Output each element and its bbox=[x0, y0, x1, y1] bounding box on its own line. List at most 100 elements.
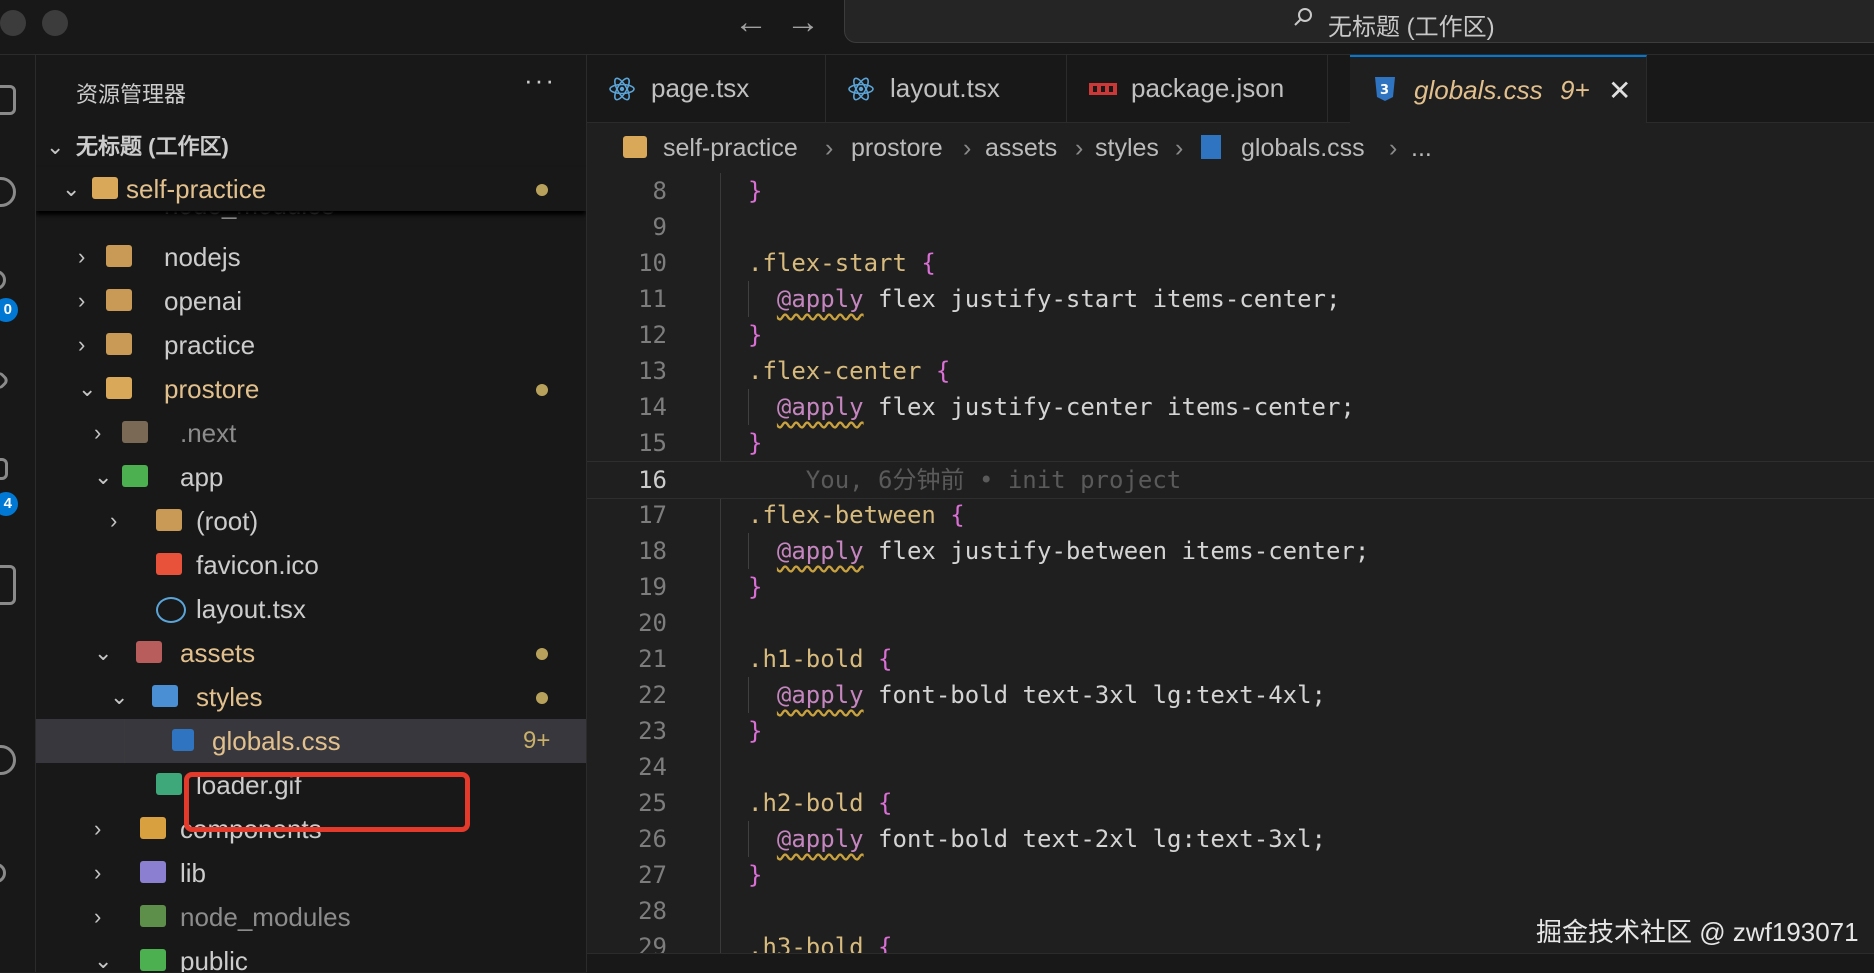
code-text: } bbox=[748, 569, 762, 605]
tab-layout-tsx[interactable]: layout.tsx bbox=[826, 55, 1067, 122]
breadcrumb-item[interactable]: assets bbox=[985, 123, 1057, 173]
chevron-down-icon: ⌄ bbox=[94, 640, 113, 665]
code-line[interactable]: 13 .flex-center { bbox=[587, 353, 1874, 389]
code-line[interactable]: 27} bbox=[587, 857, 1874, 893]
node-folder-icon bbox=[140, 905, 166, 927]
close-icon[interactable]: ✕ bbox=[1608, 57, 1631, 124]
code-text: @apply flex justify-start items-center; bbox=[748, 281, 1340, 317]
breadcrumb-item[interactable]: ... bbox=[1411, 123, 1432, 173]
command-center[interactable]: 无标题 (工作区) bbox=[844, 0, 1874, 43]
tree-item-self-practice[interactable]: ⌄ self-practice bbox=[36, 167, 586, 211]
nextjs-folder-icon bbox=[122, 421, 148, 443]
breadcrumb-item[interactable]: globals.css bbox=[1241, 123, 1365, 173]
code-text: @apply flex justify-center items-center; bbox=[748, 389, 1355, 425]
tree-item-prostore[interactable]: ⌄ prostore bbox=[36, 367, 586, 411]
code-token: { bbox=[878, 933, 893, 953]
tab-globals-css[interactable]: 3 globals.css 9+ ✕ bbox=[1350, 55, 1647, 124]
tab-page-tsx[interactable]: page.tsx bbox=[587, 55, 826, 122]
code-line[interactable]: 26 @apply font-bold text-2xl lg:text-3xl… bbox=[587, 821, 1874, 857]
tree-item-openai[interactable]: › openai bbox=[36, 279, 586, 323]
tab-label: package.json bbox=[1131, 73, 1285, 103]
breadcrumb-item[interactable]: prostore bbox=[851, 123, 943, 173]
search-icon bbox=[1294, 8, 1312, 26]
tree-item-public[interactable]: ⌄ public bbox=[36, 939, 586, 972]
code-line[interactable]: 9 bbox=[587, 209, 1874, 245]
indent-guide bbox=[124, 719, 125, 763]
source-control-icon[interactable] bbox=[0, 270, 6, 290]
tree-item-assets[interactable]: ⌄ assets bbox=[36, 631, 586, 675]
chevron-right-icon: › bbox=[963, 134, 972, 162]
tree-item-label: styles bbox=[196, 682, 263, 712]
code-line[interactable]: 25 .h2-bold { bbox=[587, 785, 1874, 821]
code-line[interactable]: 10 .flex-start { bbox=[587, 245, 1874, 281]
code-text: .flex-between { bbox=[748, 497, 965, 533]
tree-item-practice[interactable]: › practice bbox=[36, 323, 586, 367]
tree-item-layout[interactable]: layout.tsx bbox=[36, 587, 586, 631]
tree-item-node-modules-2[interactable]: › node_modules bbox=[36, 895, 586, 939]
code-editor[interactable]: 8} 9 10 .flex-start {11 @apply flex justify… bbox=[587, 173, 1874, 953]
code-token: .flex-start bbox=[748, 249, 922, 277]
code-line[interactable]: 17 .flex-between { bbox=[587, 497, 1874, 533]
css-icon bbox=[172, 729, 194, 751]
code-token: .flex-center bbox=[748, 357, 936, 385]
line-number: 21 bbox=[638, 645, 667, 673]
code-line[interactable]: 16 You, 6分钟前 • init project bbox=[587, 461, 1874, 499]
code-line[interactable]: 15} bbox=[587, 425, 1874, 461]
window-close-button[interactable] bbox=[0, 10, 26, 36]
code-line[interactable]: 22 @apply font-bold text-3xl lg:text-4xl… bbox=[587, 677, 1874, 713]
source-control-badge: 0 bbox=[0, 298, 18, 322]
window-minimize-button[interactable] bbox=[42, 10, 68, 36]
code-line[interactable]: 8} bbox=[587, 173, 1874, 209]
code-line[interactable]: 12} bbox=[587, 317, 1874, 353]
extensions-icon[interactable] bbox=[0, 458, 8, 480]
tree-item-favicon[interactable]: favicon.ico bbox=[36, 543, 586, 587]
code-line[interactable]: 19} bbox=[587, 569, 1874, 605]
tree-item-label: assets bbox=[180, 638, 256, 668]
code-line[interactable]: 14 @apply flex justify-center items-cent… bbox=[587, 389, 1874, 425]
settings-icon[interactable] bbox=[0, 863, 6, 883]
arrow-right-icon[interactable]: → bbox=[786, 4, 820, 40]
tree-item-root[interactable]: › (root) bbox=[36, 499, 586, 543]
tab-package-json[interactable]: package.json bbox=[1067, 55, 1328, 122]
tree-item-next[interactable]: › .next bbox=[36, 411, 586, 455]
arrow-left-icon[interactable]: ← bbox=[734, 4, 768, 40]
search-view-icon[interactable] bbox=[0, 177, 16, 207]
workspace-label: 无标题 (工作区) bbox=[76, 134, 229, 159]
remote-explorer-icon[interactable] bbox=[0, 565, 16, 605]
npm-icon bbox=[1089, 83, 1117, 95]
code-token: { bbox=[878, 645, 893, 673]
code-line[interactable]: 11 @apply flex justify-start items-cente… bbox=[587, 281, 1874, 317]
breadcrumb-item[interactable]: self-practice bbox=[663, 123, 798, 173]
css-icon: 3 bbox=[1375, 77, 1395, 101]
tree-item-nodejs[interactable]: › nodejs bbox=[36, 235, 586, 279]
more-actions-button[interactable]: ··· bbox=[524, 65, 556, 96]
lib-folder-icon bbox=[140, 861, 166, 883]
tree-item-lib[interactable]: › lib bbox=[36, 851, 586, 895]
accounts-icon[interactable] bbox=[0, 745, 16, 775]
tree-item-label: node_modules bbox=[180, 902, 351, 932]
activity-bar: 0 4 bbox=[0, 55, 36, 972]
modified-dot bbox=[536, 648, 548, 660]
run-debug-icon[interactable] bbox=[0, 369, 11, 392]
code-text: .flex-center { bbox=[748, 353, 950, 389]
explorer-icon[interactable] bbox=[0, 85, 16, 115]
line-number: 8 bbox=[652, 177, 667, 205]
code-line[interactable]: 23} bbox=[587, 713, 1874, 749]
tree-item-app[interactable]: ⌄ app bbox=[36, 455, 586, 499]
tree-item-styles[interactable]: ⌄ styles bbox=[36, 675, 586, 719]
code-token: .h3-bold bbox=[748, 933, 879, 953]
code-line[interactable]: 20 bbox=[587, 605, 1874, 641]
tree-item-globals-css[interactable]: globals.css 9+ bbox=[36, 719, 586, 763]
tab-label: globals.css bbox=[1414, 75, 1543, 105]
line-number: 12 bbox=[638, 321, 667, 349]
window-title: 无标题 (工作区) bbox=[1328, 14, 1495, 41]
code-line[interactable]: 21 .h1-bold { bbox=[587, 641, 1874, 677]
chevron-right-icon: › bbox=[94, 816, 102, 841]
workspace-root[interactable]: ⌄ 无标题 (工作区) bbox=[36, 125, 586, 169]
breadcrumb-item[interactable]: styles bbox=[1095, 123, 1159, 173]
code-line[interactable]: 24 bbox=[587, 749, 1874, 785]
folder-open-icon bbox=[106, 377, 132, 399]
code-text: .h1-bold { bbox=[748, 641, 893, 677]
chevron-right-icon: › bbox=[78, 244, 86, 269]
code-line[interactable]: 18 @apply flex justify-between items-cen… bbox=[587, 533, 1874, 569]
